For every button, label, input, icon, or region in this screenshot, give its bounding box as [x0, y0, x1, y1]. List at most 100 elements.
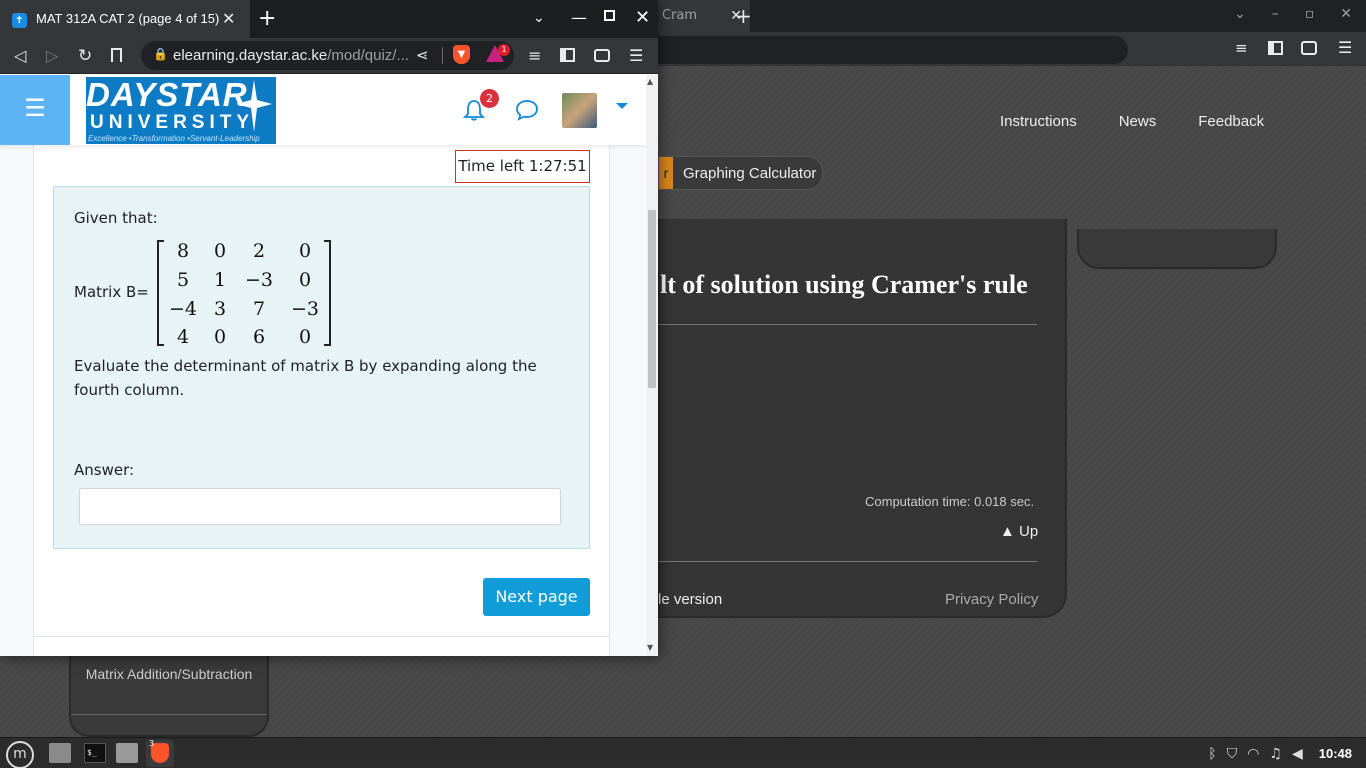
- answer-label: Answer:: [74, 461, 135, 479]
- maximize-icon[interactable]: [604, 10, 615, 21]
- matrix-card-label[interactable]: Matrix Addition/Subtraction: [69, 666, 269, 682]
- tab-bar: ✝ MAT 312A CAT 2 (page 4 of 15) ✕ + ⌄ — …: [0, 0, 658, 38]
- front-browser-window[interactable]: ✝ MAT 312A CAT 2 (page 4 of 15) ✕ + ⌄ — …: [0, 0, 658, 656]
- terminal-icon[interactable]: $_: [84, 743, 106, 763]
- shield-icon[interactable]: ⛉: [1227, 746, 1238, 762]
- system-tray: ᛒ ⛉ ◠ ♫ ◀ 10:48: [1208, 738, 1352, 768]
- matrix-cell: −3: [290, 298, 319, 320]
- question-prompt-line2: fourth column.: [74, 381, 185, 399]
- bluetooth-icon[interactable]: ᛒ: [1208, 746, 1216, 762]
- playlist-icon[interactable]: ≡: [1235, 39, 1248, 57]
- right-bracket: [324, 240, 331, 346]
- url-text[interactable]: elearning.daystar.ac.ke/mod/quiz/...: [173, 47, 409, 64]
- avatar[interactable]: [562, 93, 597, 128]
- matrix-cell: 1: [213, 269, 227, 291]
- address-bar[interactable]: 🔒 elearning.daystar.ac.ke/mod/quiz/... ⋖…: [141, 41, 514, 70]
- new-tab-icon[interactable]: +: [258, 7, 276, 31]
- page-scrollbar[interactable]: ▲ ▼: [646, 75, 658, 656]
- nav-link-instructions[interactable]: Instructions: [1000, 113, 1077, 130]
- close-icon[interactable]: ✕: [1340, 6, 1352, 22]
- matrix-cell: 3: [213, 298, 227, 320]
- close-window-icon[interactable]: ✕: [635, 7, 650, 28]
- reload-icon[interactable]: ↻: [78, 46, 92, 66]
- matrix-cell: 6: [252, 326, 266, 348]
- privacy-policy-link[interactable]: Privacy Policy: [945, 591, 1038, 608]
- logo-tagline: Excellence •Transformation •Servant-Lead…: [88, 134, 260, 143]
- scroll-down-icon[interactable]: ▼: [647, 643, 653, 652]
- chevron-down-icon[interactable]: ⌄: [533, 10, 545, 26]
- background-address-bar[interactable]: [658, 36, 1128, 64]
- new-tab-icon[interactable]: +: [735, 4, 752, 28]
- background-nav: Instructions News Feedback: [1000, 113, 1264, 130]
- mobile-version-link[interactable]: le version: [658, 591, 722, 608]
- left-bracket: [157, 240, 164, 346]
- background-side-card: [1077, 229, 1277, 269]
- chat-icon[interactable]: [515, 99, 539, 121]
- star-icon: [236, 80, 272, 132]
- calculator-tab-fragment[interactable]: r: [659, 157, 673, 189]
- matrix-row: 4 0 6 0: [165, 326, 325, 354]
- forward-icon[interactable]: ▷: [46, 46, 58, 65]
- calculator-toolbar: r Graphing Calculator: [658, 156, 823, 190]
- active-tab[interactable]: ✝ MAT 312A CAT 2 (page 4 of 15) ✕: [0, 0, 250, 38]
- divider: [658, 561, 1037, 562]
- maximize-icon[interactable]: ▫: [1305, 6, 1315, 22]
- matrix-cell: 0: [298, 240, 312, 262]
- files-icon[interactable]: [116, 743, 138, 763]
- close-icon[interactable]: ✕: [222, 9, 235, 28]
- url-host: elearning.daystar.ac.ke: [173, 47, 328, 64]
- wallet-icon[interactable]: [594, 49, 610, 62]
- chevron-down-icon[interactable]: ⌄: [1234, 6, 1246, 22]
- share-icon[interactable]: ⋖: [416, 46, 429, 64]
- brave-window-count: 3: [149, 739, 155, 748]
- brave-shields-icon[interactable]: ▼: [453, 45, 470, 64]
- nav-link-feedback[interactable]: Feedback: [1198, 113, 1264, 130]
- hamburger-menu-icon[interactable]: ☰: [0, 75, 70, 145]
- back-icon[interactable]: ◁: [14, 46, 26, 65]
- wifi-icon[interactable]: ◠: [1247, 746, 1259, 762]
- daystar-favicon-icon: ✝: [12, 13, 27, 28]
- result-heading: lt of solution using Cramer's rule: [660, 270, 1028, 299]
- tab-title: MAT 312A CAT 2 (page 4 of 15): [36, 11, 220, 26]
- matrix-cell: −3: [244, 269, 273, 291]
- mint-menu-icon[interactable]: m: [6, 741, 34, 768]
- matrix-cell: 0: [213, 326, 227, 348]
- daystar-logo[interactable]: DAYSTAR UNIVERSITY Excellence •Transform…: [86, 77, 276, 144]
- menu-icon[interactable]: ☰: [629, 46, 643, 65]
- volume-icon[interactable]: ◀: [1292, 746, 1303, 762]
- scrollbar-thumb[interactable]: [648, 210, 656, 388]
- sidebar-icon[interactable]: [1268, 41, 1283, 55]
- divider: [71, 714, 267, 715]
- caret-down-icon[interactable]: [616, 103, 628, 109]
- music-icon[interactable]: ♫: [1269, 746, 1282, 762]
- show-desktop-icon[interactable]: [49, 743, 71, 763]
- question-prompt-line1: Evaluate the determinant of matrix B by …: [74, 357, 537, 375]
- scroll-up-icon[interactable]: ▲: [647, 77, 653, 86]
- question-intro: Given that:: [74, 209, 158, 227]
- playlist-icon[interactable]: ≡: [528, 46, 541, 65]
- divider: [442, 47, 443, 64]
- next-page-button[interactable]: Next page: [483, 578, 590, 616]
- nav-link-news[interactable]: News: [1119, 113, 1157, 130]
- brave-taskbar-button[interactable]: 3: [146, 739, 174, 767]
- matrix-row: −4 3 7 −3: [165, 298, 325, 326]
- matrix-cell: 2: [252, 240, 266, 262]
- minimize-icon[interactable]: —: [571, 8, 587, 27]
- menu-icon[interactable]: ☰: [1338, 38, 1352, 57]
- wallet-icon[interactable]: [1301, 41, 1317, 55]
- clock[interactable]: 10:48: [1319, 746, 1352, 761]
- sidebar-icon[interactable]: [560, 48, 575, 62]
- logo-line1: DAYSTAR: [86, 76, 248, 113]
- graphing-calculator-button[interactable]: Graphing Calculator: [683, 165, 816, 182]
- up-link[interactable]: ▲ Up: [1000, 523, 1038, 540]
- url-path: /mod/quiz/...: [327, 47, 409, 64]
- minimize-icon[interactable]: –: [1272, 6, 1279, 22]
- bookmark-icon[interactable]: [111, 48, 122, 62]
- matrix-b: 8 0 2 0 5 1 −3 0 −4 3 7 −3 4 0 6 0: [157, 240, 331, 348]
- divider: [658, 324, 1037, 325]
- matrix-row: 8 0 2 0: [165, 240, 325, 268]
- matrix-cell: 0: [213, 240, 227, 262]
- logo-line2: UNIVERSITY: [90, 112, 255, 133]
- answer-input[interactable]: [79, 488, 561, 525]
- matrix-cell: −4: [168, 298, 197, 320]
